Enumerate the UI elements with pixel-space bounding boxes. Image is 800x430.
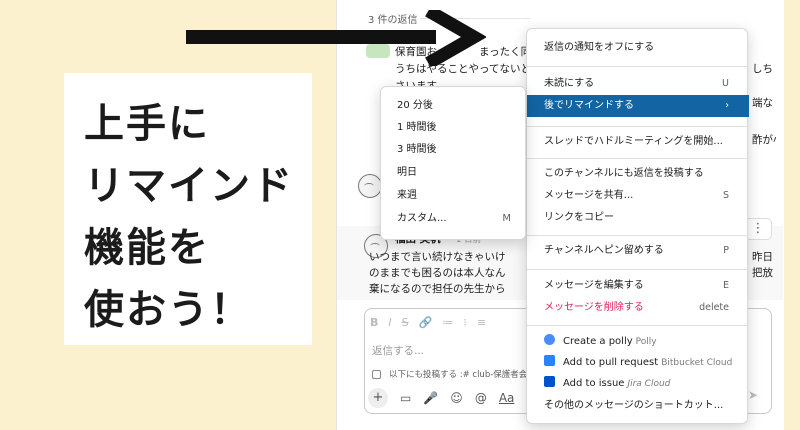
arrow-icon	[186, 10, 486, 66]
polly-icon	[544, 334, 555, 345]
also-post-label: 以下にも投稿する :# club-保護者会	[389, 370, 528, 380]
mention-icon[interactable]: @	[475, 391, 487, 405]
menu-divider	[527, 126, 749, 127]
video-icon[interactable]: ▭	[400, 391, 411, 405]
menu-divider	[527, 235, 749, 236]
blockquote-icon[interactable]: ≡	[477, 316, 486, 329]
bitbucket-icon	[544, 355, 555, 366]
ordered-list-icon[interactable]: ≔	[442, 316, 453, 329]
menu-item-add-to-issue[interactable]: Add to issue Jira Cloud	[527, 373, 749, 395]
chevron-right-icon: ›	[725, 100, 729, 111]
menu-item-post-to-channel[interactable]: このチャンネルにも返信を投稿する	[527, 163, 749, 185]
bulleted-list-icon[interactable]: ⁝	[463, 316, 467, 329]
submenu-item-custom[interactable]: カスタム... M	[381, 208, 527, 230]
message-fragment: 把放	[752, 267, 773, 279]
message-fragment: 昨日	[752, 251, 773, 263]
avatar[interactable]	[358, 174, 382, 198]
message-fragment: 酢が小	[752, 134, 776, 146]
menu-divider	[527, 325, 749, 326]
callout-card: 上手に リマインド 機能を 使おう！	[64, 73, 312, 345]
menu-divider	[527, 66, 749, 67]
reply-input[interactable]: 返信する...	[372, 343, 424, 358]
formatting-toolbar: B I S 🔗 ≔ ⁝ ≡	[370, 312, 486, 332]
message-line: いつまで言い続けなきゃいけ	[369, 251, 506, 263]
message-line: 棄になるので担任の先生から	[369, 283, 506, 295]
emoji-icon[interactable]: ☺	[450, 391, 463, 405]
bold-icon[interactable]: B	[370, 316, 378, 329]
callout-line: 上手に	[84, 101, 210, 147]
menu-item-share-message[interactable]: メッセージを共有... S	[527, 185, 749, 207]
submenu-item-next-week[interactable]: 来週	[381, 185, 527, 207]
menu-item-add-to-pull-request[interactable]: Add to pull request Bitbucket Cloud	[527, 352, 749, 374]
menu-item-delete-message[interactable]: メッセージを削除する delete	[527, 297, 749, 319]
send-icon[interactable]: ➤	[748, 388, 758, 402]
message-fragment: しち	[752, 63, 773, 75]
message-line: のままでも困るのは本人なん	[369, 267, 506, 279]
callout-line: 使おう！	[84, 287, 252, 333]
submenu-item-20-minutes[interactable]: 20 分後	[381, 95, 527, 117]
also-post-option[interactable]: 以下にも投稿する :# club-保護者会	[372, 368, 527, 380]
menu-item-start-huddle[interactable]: スレッドでハドルミーティングを開始...	[527, 131, 749, 153]
microphone-icon[interactable]: 🎤	[423, 391, 438, 405]
remind-later-submenu: 20 分後 1 時間後 3 時間後 明日 来週 カスタム... M	[380, 86, 526, 240]
menu-divider	[527, 158, 749, 159]
strikethrough-icon[interactable]: S	[402, 316, 409, 329]
callout-line: リマインド	[84, 163, 294, 209]
menu-item-mark-unread[interactable]: 未読にする U	[527, 73, 749, 95]
submenu-item-tomorrow[interactable]: 明日	[381, 162, 527, 184]
jira-icon	[544, 376, 555, 387]
submenu-item-1-hour[interactable]: 1 時間後	[381, 117, 527, 139]
submenu-item-3-hours[interactable]: 3 時間後	[381, 139, 527, 161]
menu-item-remind-later[interactable]: 後でリマインドする ›	[527, 95, 749, 117]
menu-item-edit-message[interactable]: メッセージを編集する E	[527, 275, 749, 297]
menu-item-copy-link[interactable]: リンクをコピー	[527, 207, 749, 229]
message-actions-menu: 返信の通知をオフにする 未読にする U 後でリマインドする › スレッドでハドルミー…	[526, 28, 749, 424]
menu-item-pin-to-channel[interactable]: チャンネルへピン留めする P	[527, 240, 749, 262]
also-post-checkbox[interactable]	[372, 369, 381, 379]
message-fragment: 端な	[752, 97, 773, 109]
menu-item-more-shortcuts[interactable]: その他のメッセージのショートカット...	[527, 395, 749, 417]
menu-divider	[527, 269, 749, 270]
text-format-icon[interactable]: Aa	[499, 391, 515, 405]
callout-line: 機能を	[84, 225, 210, 271]
menu-item-turn-off-notifications[interactable]: 返信の通知をオフにする	[527, 37, 749, 59]
plus-icon[interactable]: +	[368, 388, 388, 408]
italic-icon[interactable]: I	[388, 316, 391, 329]
menu-item-create-polly[interactable]: Create a polly Polly	[527, 331, 749, 353]
link-icon[interactable]: 🔗	[419, 316, 433, 329]
more-vertical-icon: ⋮	[751, 221, 765, 236]
composer-tools: + ▭ 🎤 ☺ @ Aa	[368, 388, 514, 408]
